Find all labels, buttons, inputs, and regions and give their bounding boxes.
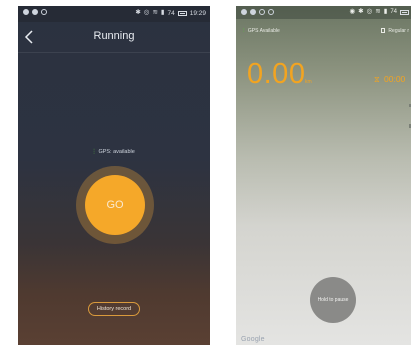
notification-dot-icon (23, 9, 29, 15)
gps-signal-icon: ⫶ (93, 149, 95, 156)
signal-icon: ▮ (160, 9, 165, 17)
go-button-ring: GO (76, 166, 154, 244)
status-bar: ◉ ✱ ◎ ≋ ▮ 74 (236, 6, 411, 19)
gps-status-label: GPS Available (247, 28, 280, 34)
wifi-icon: ≋ (152, 9, 158, 17)
navigation-bar: Running (18, 22, 210, 53)
status-notification-icons (23, 9, 47, 15)
battery-level: 74 (167, 10, 175, 17)
document-icon (381, 28, 386, 33)
gps-status-label: GPS: available (98, 149, 135, 155)
notification-dot-icon (32, 9, 38, 15)
history-record-button[interactable]: History record (88, 302, 140, 316)
timer-value: 00:00 (384, 74, 406, 84)
alarm-icon: ◎ (366, 8, 373, 15)
screenshot-stage: ✱ ◎ ≋ ▮ 74 19:29 Running ⫶ GPS: availabl… (0, 0, 411, 347)
gps-status: ⫶ GPS: available (18, 149, 210, 157)
hourglass-icon: ⧖ (374, 75, 380, 84)
status-right-group: ◉ ✱ ◎ ≋ ▮ 74 (349, 8, 409, 16)
notification-dot-icon (268, 9, 274, 15)
signal-icon: ▮ (383, 8, 388, 15)
distance-value: 0.00 (247, 58, 306, 90)
running-home-screen: ✱ ◎ ≋ ▮ 74 19:29 Running ⫶ GPS: availabl… (18, 6, 210, 345)
mode-selector[interactable]: Regular r (381, 28, 409, 34)
bluetooth-icon: ✱ (358, 8, 364, 15)
running-active-screen: ◉ ✱ ◎ ≋ ▮ 74 ⫶ GPS Available Regular r 0… (236, 6, 411, 345)
alarm-icon: ◎ (143, 9, 150, 17)
wifi-icon: ≋ (375, 8, 381, 15)
gps-signal-icon: ⫶ (243, 28, 245, 34)
battery-icon (400, 9, 409, 15)
elapsed-timer: ⧖ 00:00 (374, 74, 405, 85)
go-button[interactable]: GO (85, 175, 145, 235)
notification-dot-icon (259, 9, 265, 15)
bluetooth-icon: ✱ (135, 9, 141, 17)
status-time: 19:29 (189, 10, 206, 17)
status-bar: ✱ ◎ ≋ ▮ 74 19:29 (18, 6, 210, 22)
notification-dot-icon (241, 9, 247, 15)
notification-dot-icon (41, 9, 47, 15)
battery-level: 74 (390, 9, 397, 16)
notification-dot-icon (250, 9, 256, 15)
status-notification-icons (241, 9, 274, 15)
location-icon: ◉ (349, 8, 356, 15)
gps-status: ⫶ GPS Available (243, 28, 280, 35)
page-title: Running (93, 30, 135, 42)
map-logo: Google (241, 336, 265, 343)
status-right-group: ✱ ◎ ≋ ▮ 74 19:29 (135, 10, 206, 17)
distance-unit: km (305, 79, 312, 85)
battery-icon (177, 11, 187, 16)
mode-label: Regular r (388, 28, 409, 34)
hold-to-pause-button[interactable]: Hold to pause (310, 277, 356, 323)
